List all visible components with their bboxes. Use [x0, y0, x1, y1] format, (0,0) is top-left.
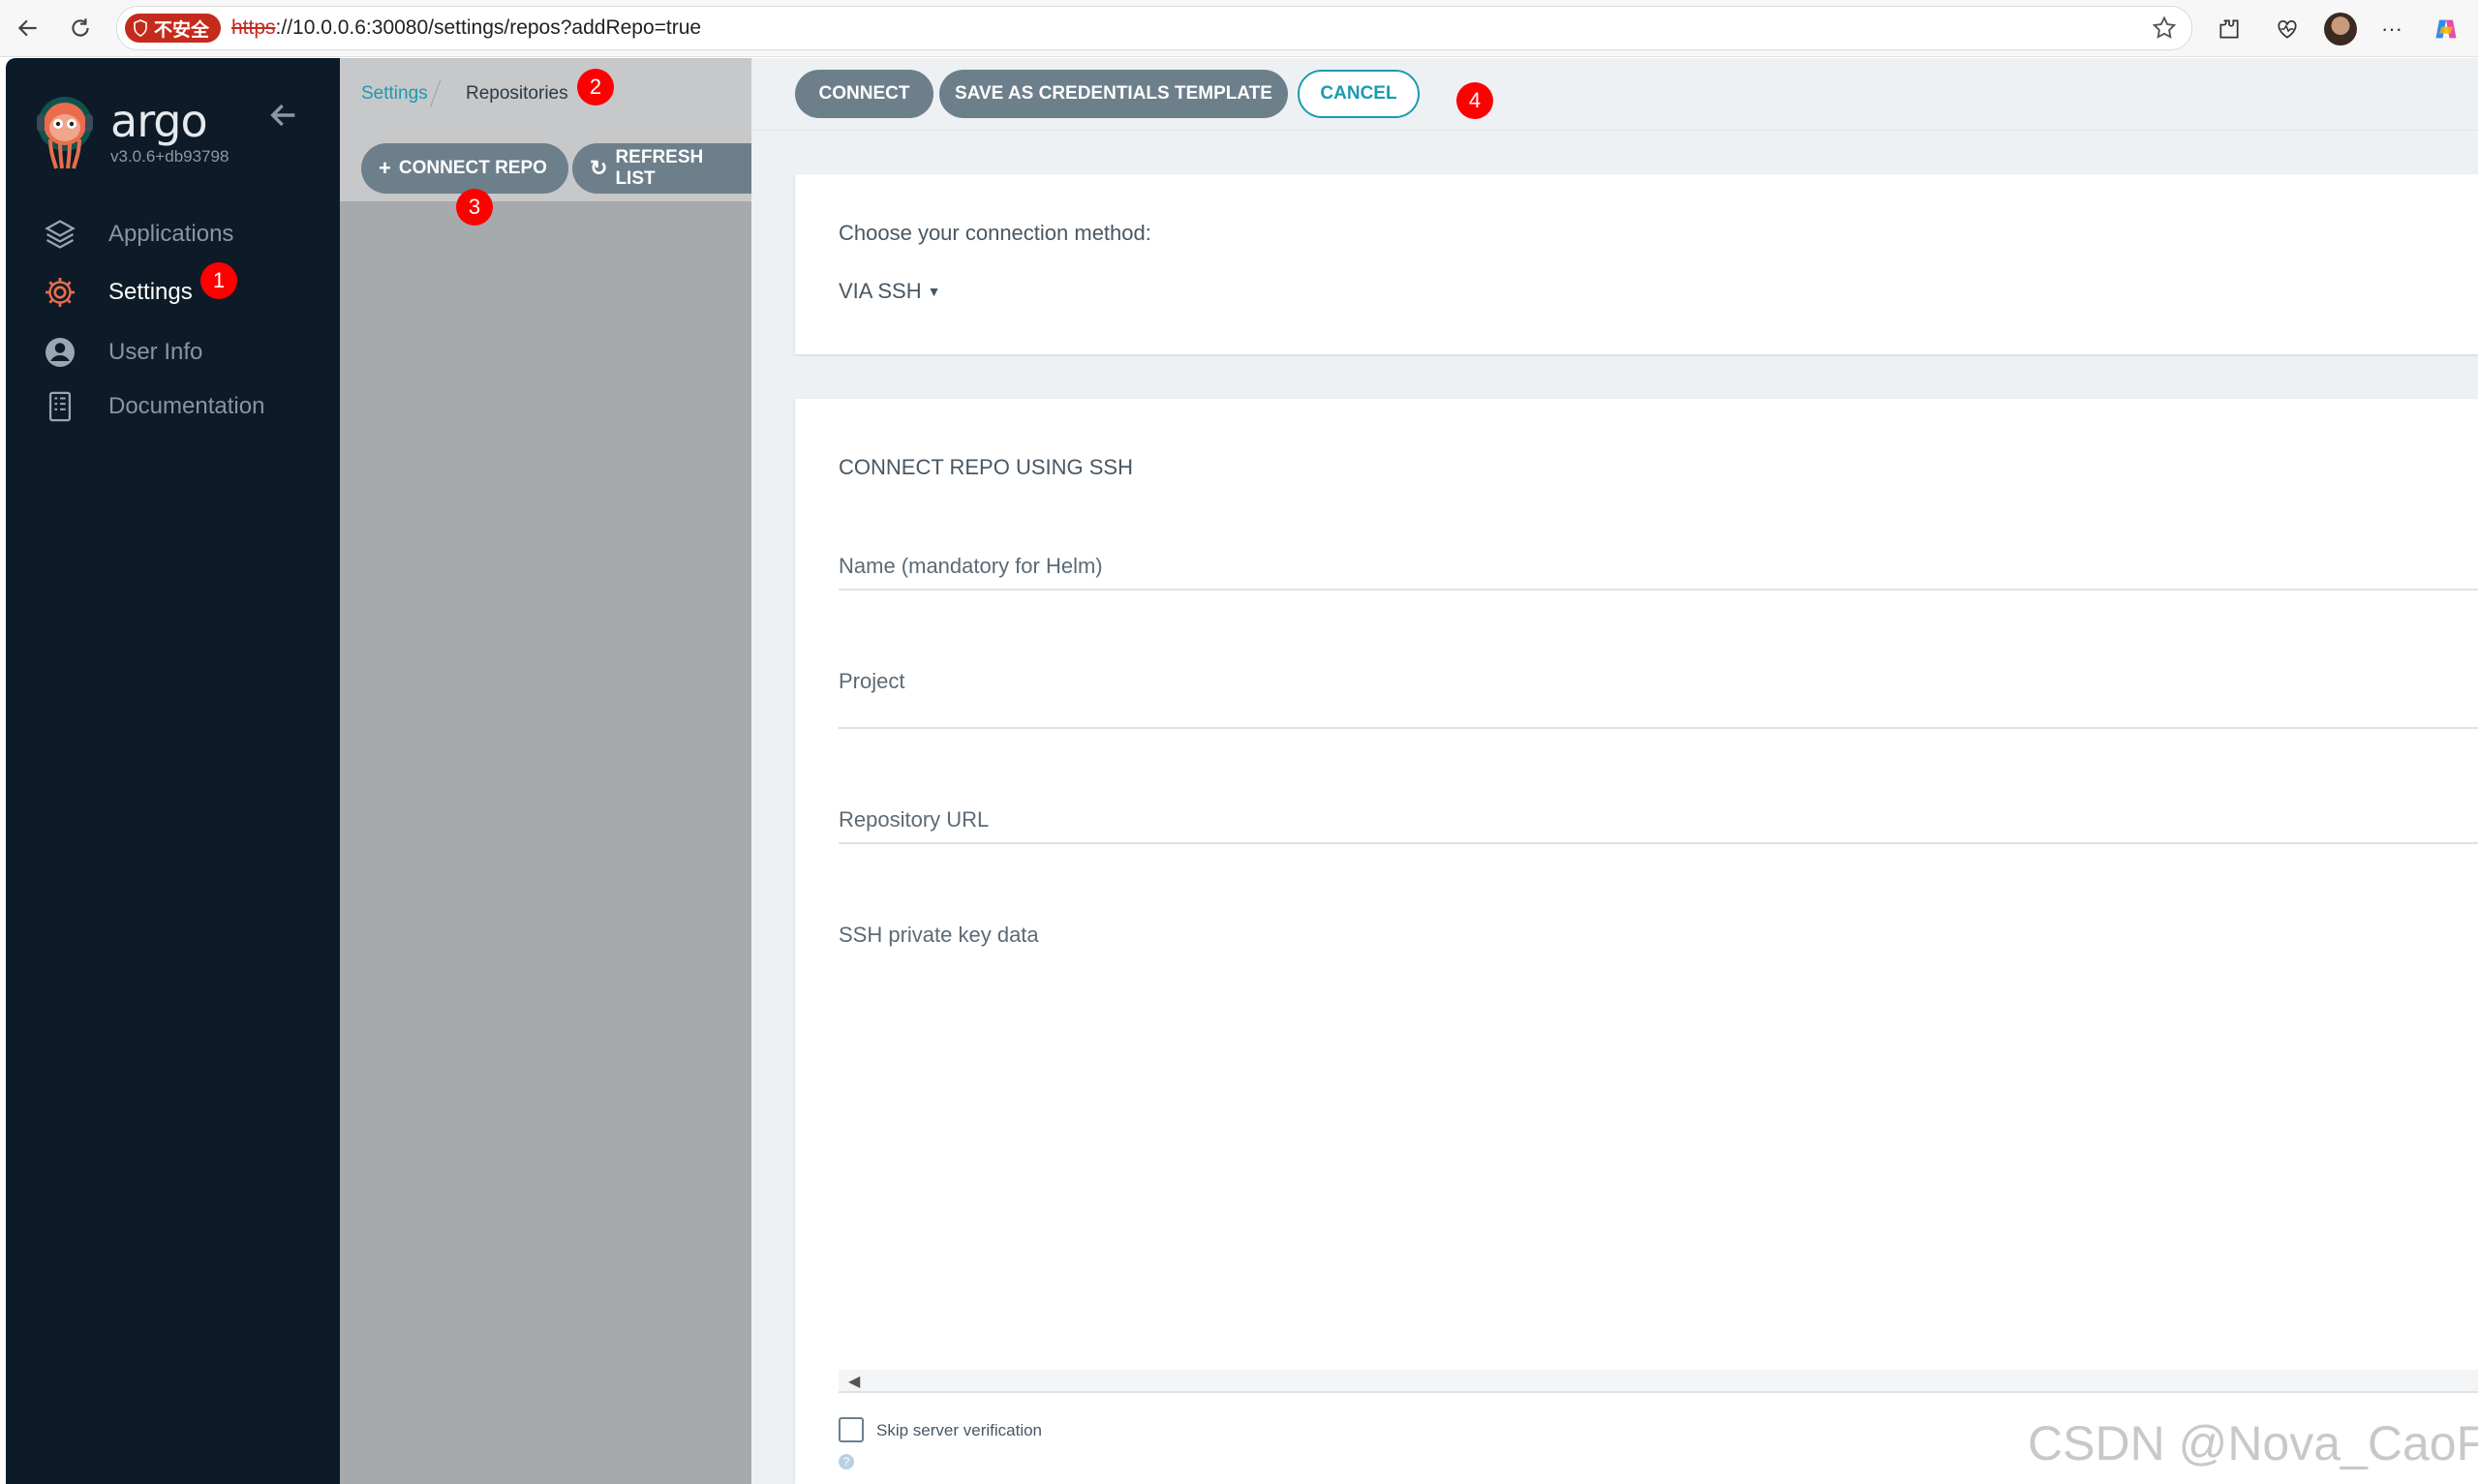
section-title: CONNECT REPO USING SSH — [839, 455, 1133, 479]
skip-verification-checkbox[interactable] — [839, 1417, 864, 1442]
repos-toolbar: Settings Repositories + CONNECT REPO ↻ R… — [340, 58, 751, 201]
ssh-private-key-label[interactable]: SSH private key data — [839, 923, 1039, 948]
argo-logo — [31, 93, 99, 174]
help-icon[interactable]: ? — [839, 1454, 854, 1469]
plus-icon: + — [379, 156, 391, 180]
security-label: 不安全 — [154, 19, 210, 41]
project-field-input[interactable] — [839, 727, 2478, 729]
name-field-input[interactable] — [839, 589, 2478, 591]
reload-icon[interactable] — [64, 12, 97, 45]
connect-repo-button[interactable]: + CONNECT REPO — [361, 143, 568, 194]
layers-icon — [41, 215, 79, 254]
scroll-left-icon[interactable]: ◀ — [848, 1372, 860, 1391]
sidebar-item-user-info[interactable]: User Info — [41, 333, 202, 372]
method-prompt: Choose your connection method: — [839, 221, 1151, 245]
repository-url-field-input[interactable] — [839, 842, 2478, 844]
gear-icon — [41, 273, 79, 312]
address-bar[interactable]: 不安全 https://10.0.0.6:30080/settings/repo… — [116, 6, 2192, 50]
save-credentials-template-button[interactable]: SAVE AS CREDENTIALS TEMPLATE — [939, 70, 1288, 118]
skip-verification-label[interactable]: Skip server verification — [876, 1421, 1042, 1440]
annotation-marker-2: 2 — [577, 69, 614, 106]
copilot-icon[interactable] — [2431, 14, 2462, 45]
annotation-marker-4: 4 — [1456, 82, 1493, 119]
sidebar-item-label: Settings — [108, 279, 193, 305]
star-icon[interactable] — [2151, 15, 2178, 42]
sidebar-item-label: Applications — [108, 221, 234, 247]
breadcrumb-separator — [429, 79, 442, 108]
extensions-icon[interactable] — [2214, 14, 2245, 45]
back-icon[interactable] — [12, 12, 45, 45]
profile-avatar[interactable] — [2324, 13, 2357, 45]
project-field-label[interactable]: Project — [839, 669, 904, 694]
version-label: v3.0.6+db93798 — [110, 147, 229, 166]
sidebar-item-label: User Info — [108, 339, 203, 365]
connect-button[interactable]: CONNECT — [795, 70, 933, 118]
repository-url-field-label[interactable]: Repository URL — [839, 807, 989, 833]
breadcrumb-repositories: Repositories — [466, 83, 568, 104]
refresh-icon: ↻ — [590, 156, 608, 180]
more-icon[interactable]: ··· — [2376, 14, 2407, 45]
ssh-key-textarea-scrollbar[interactable]: ◀ — [839, 1370, 2478, 1393]
brand-name: argo — [110, 95, 208, 147]
annotation-marker-3: 3 — [456, 189, 493, 226]
collapse-sidebar-icon[interactable] — [267, 99, 300, 132]
sidebar-item-applications[interactable]: Applications — [41, 215, 233, 254]
connect-ssh-form-card: CONNECT REPO USING SSH Name (mandatory f… — [795, 399, 2478, 1484]
caret-down-icon: ▼ — [927, 284, 941, 299]
action-bar: CONNECT SAVE AS CREDENTIALS TEMPLATE CAN… — [751, 58, 2478, 131]
connection-method-card: Choose your connection method: VIA SSH ▼ — [795, 174, 2478, 354]
browser-toolbar: 不安全 https://10.0.0.6:30080/settings/repo… — [0, 0, 2478, 57]
annotation-marker-1: 1 — [200, 262, 237, 299]
sidebar: argo v3.0.6+db93798 Applications Setting… — [6, 58, 340, 1484]
breadcrumb-settings[interactable]: Settings — [361, 83, 428, 105]
watermark: CSDN @Nova_CaoFc — [2028, 1416, 2478, 1470]
security-badge[interactable]: 不安全 — [125, 14, 222, 43]
repositories-panel: Settings Repositories + CONNECT REPO ↻ R… — [340, 58, 751, 1484]
shield-icon — [134, 19, 147, 37]
performance-icon[interactable] — [2272, 14, 2303, 45]
sidebar-item-settings[interactable]: Settings — [41, 273, 193, 312]
book-icon — [41, 387, 79, 426]
connection-method-dropdown[interactable]: VIA SSH ▼ — [839, 279, 940, 304]
sidebar-item-label: Documentation — [108, 393, 265, 419]
cancel-button[interactable]: CANCEL — [1298, 70, 1420, 118]
connect-repo-panel: CONNECT SAVE AS CREDENTIALS TEMPLATE CAN… — [751, 58, 2478, 1484]
url-text: https://10.0.0.6:30080/settings/repos?ad… — [231, 16, 702, 39]
refresh-list-button[interactable]: ↻ REFRESH LIST — [572, 143, 751, 194]
user-icon — [41, 333, 79, 372]
sidebar-item-documentation[interactable]: Documentation — [41, 387, 264, 426]
name-field-label[interactable]: Name (mandatory for Helm) — [839, 554, 1103, 579]
